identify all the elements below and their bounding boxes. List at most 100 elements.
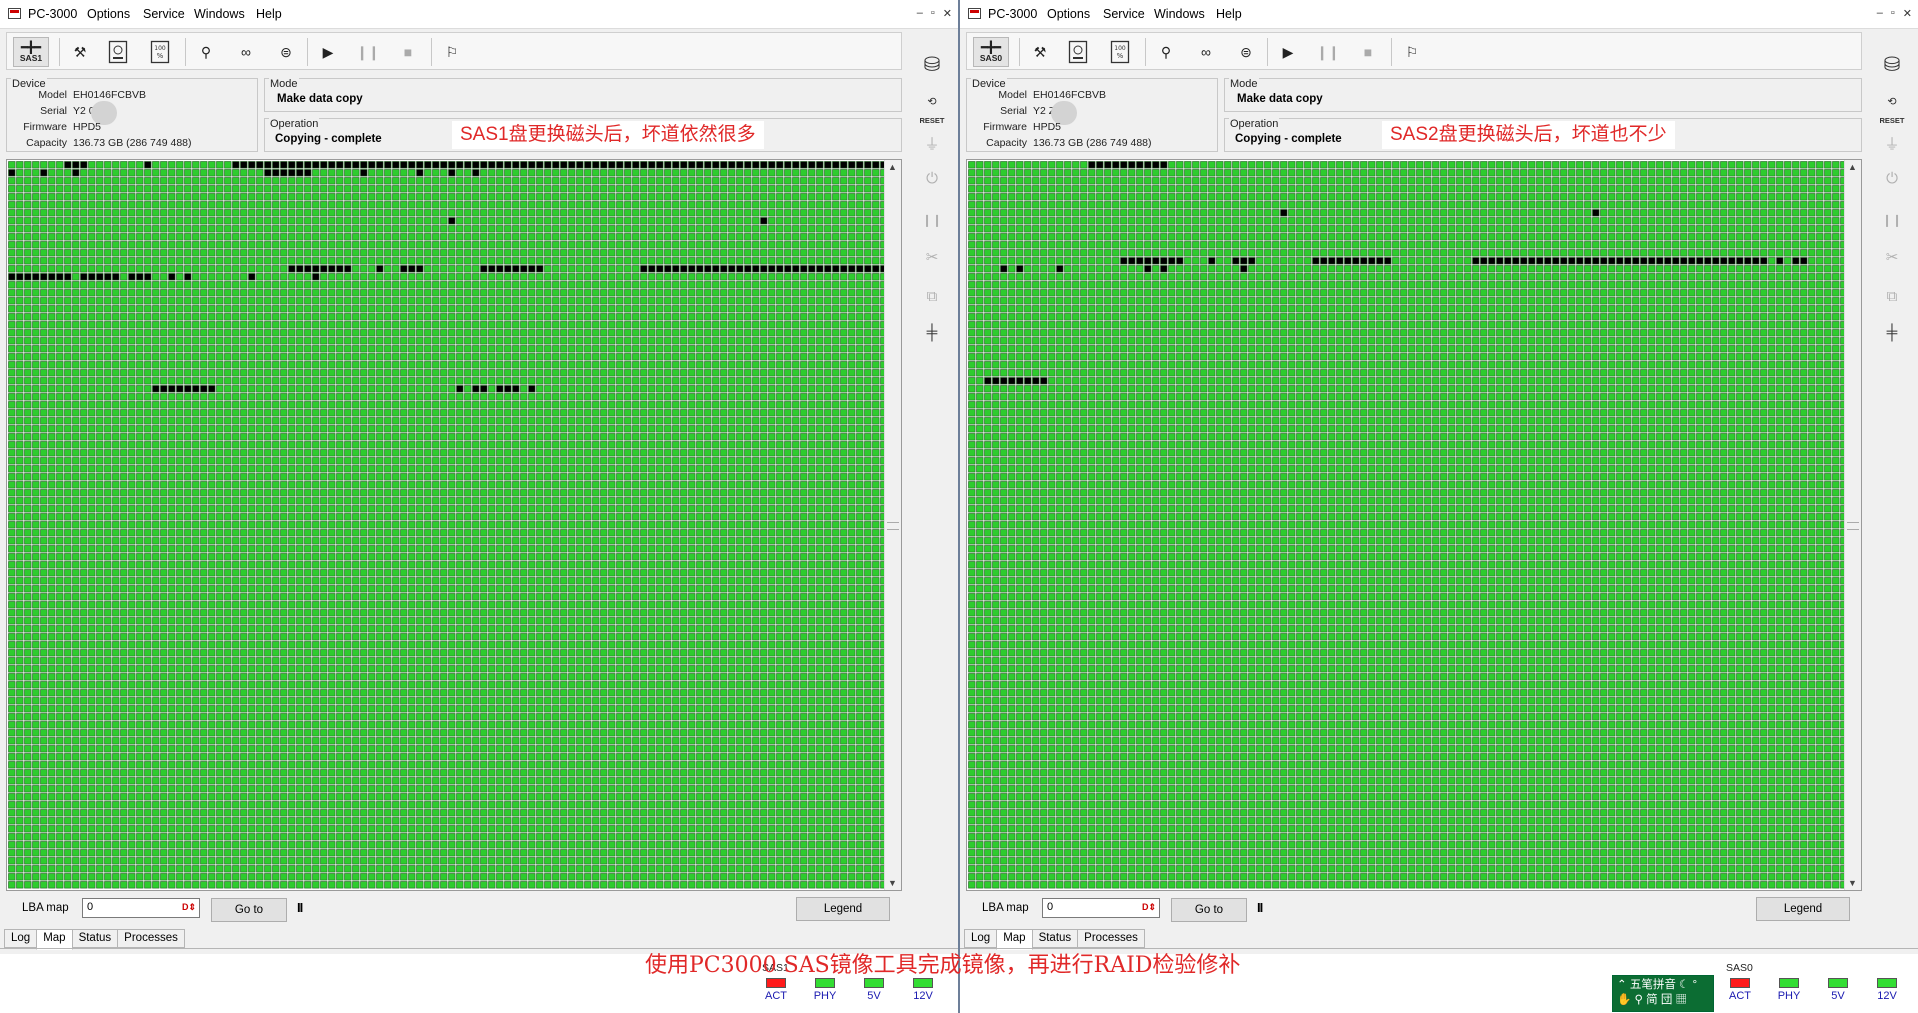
menu-windows[interactable]: Windows: [194, 7, 245, 21]
tools-icon[interactable]: ⚒: [67, 37, 93, 67]
block: [480, 169, 488, 177]
block: [344, 433, 352, 441]
block: [456, 297, 464, 305]
block: [760, 497, 768, 505]
block: [184, 185, 192, 193]
bad-block: [768, 161, 776, 169]
block: [864, 489, 872, 497]
block: [560, 385, 568, 393]
menu-options[interactable]: Options: [87, 7, 130, 21]
block: [736, 409, 744, 417]
block: [152, 249, 160, 257]
block: [232, 385, 240, 393]
block: [824, 417, 832, 425]
block: [128, 201, 136, 209]
block: [472, 225, 480, 233]
block: [184, 305, 192, 313]
block: [248, 169, 256, 177]
block: [504, 369, 512, 377]
lba-map-grid[interactable]: [8, 161, 884, 889]
minimize-button[interactable]: –: [917, 7, 923, 20]
block: [840, 449, 848, 457]
block: [208, 353, 216, 361]
block: [816, 209, 824, 217]
block: [832, 305, 840, 313]
block: [320, 177, 328, 185]
block: [784, 497, 792, 505]
block: [576, 409, 584, 417]
block: [784, 401, 792, 409]
block: [864, 297, 872, 305]
block: [112, 217, 120, 225]
block: [416, 193, 424, 201]
block: [392, 425, 400, 433]
block: [408, 217, 416, 225]
block: [264, 473, 272, 481]
pause-icon[interactable]: ❙❙: [355, 37, 381, 67]
block: [800, 233, 808, 241]
block: [40, 473, 48, 481]
block: [352, 513, 360, 521]
block: [680, 169, 688, 177]
block: [56, 177, 64, 185]
block: [672, 209, 680, 217]
block: [368, 481, 376, 489]
block: [312, 513, 320, 521]
block: [288, 377, 296, 385]
block: [824, 329, 832, 337]
block: [320, 313, 328, 321]
block: [800, 321, 808, 329]
block: [760, 329, 768, 337]
block: [296, 233, 304, 241]
block: [256, 489, 264, 497]
app-icon[interactable]: [8, 8, 21, 19]
block: [432, 425, 440, 433]
block: [64, 401, 72, 409]
block: [808, 401, 816, 409]
block: [192, 241, 200, 249]
block: [32, 369, 40, 377]
block: [312, 209, 320, 217]
block: [592, 505, 600, 513]
menu-help[interactable]: Help: [256, 7, 282, 21]
device-tab-button[interactable]: ━╋━ SAS1: [13, 37, 49, 67]
block: [800, 337, 808, 345]
bad-block: [56, 273, 64, 281]
bad-block: [376, 265, 384, 273]
block: [800, 481, 808, 489]
block: [552, 185, 560, 193]
bad-block: [472, 385, 480, 393]
probe-icon[interactable]: ⚲: [193, 37, 219, 67]
block: [360, 417, 368, 425]
play-icon[interactable]: ▶: [315, 37, 341, 67]
block: [264, 337, 272, 345]
block: [48, 441, 56, 449]
block: [656, 441, 664, 449]
block: [256, 401, 264, 409]
block: [800, 401, 808, 409]
block: [696, 185, 704, 193]
block: [368, 209, 376, 217]
block: [776, 177, 784, 185]
block: [168, 489, 176, 497]
block: [248, 465, 256, 473]
exit-icon[interactable]: ⚐: [439, 37, 465, 67]
close-button[interactable]: ✕: [943, 7, 952, 20]
restore-button[interactable]: ▫: [931, 7, 935, 20]
lba-block-map[interactable]: ▲ ▼: [6, 159, 902, 891]
block: [88, 241, 96, 249]
hdd-info-icon[interactable]: [105, 37, 131, 67]
block: [656, 409, 664, 417]
block: [736, 217, 744, 225]
block: [360, 289, 368, 297]
block: [272, 249, 280, 257]
menu-service[interactable]: Service: [143, 7, 185, 21]
stop-icon[interactable]: ■: [395, 37, 421, 67]
block: [112, 161, 120, 169]
binoculars-icon[interactable]: ∞: [233, 37, 259, 67]
block: [232, 377, 240, 385]
disk-copy-icon[interactable]: ⊜: [273, 37, 299, 67]
block: [792, 273, 800, 281]
percent-icon[interactable]: 100%: [147, 37, 173, 67]
block: [856, 385, 864, 393]
